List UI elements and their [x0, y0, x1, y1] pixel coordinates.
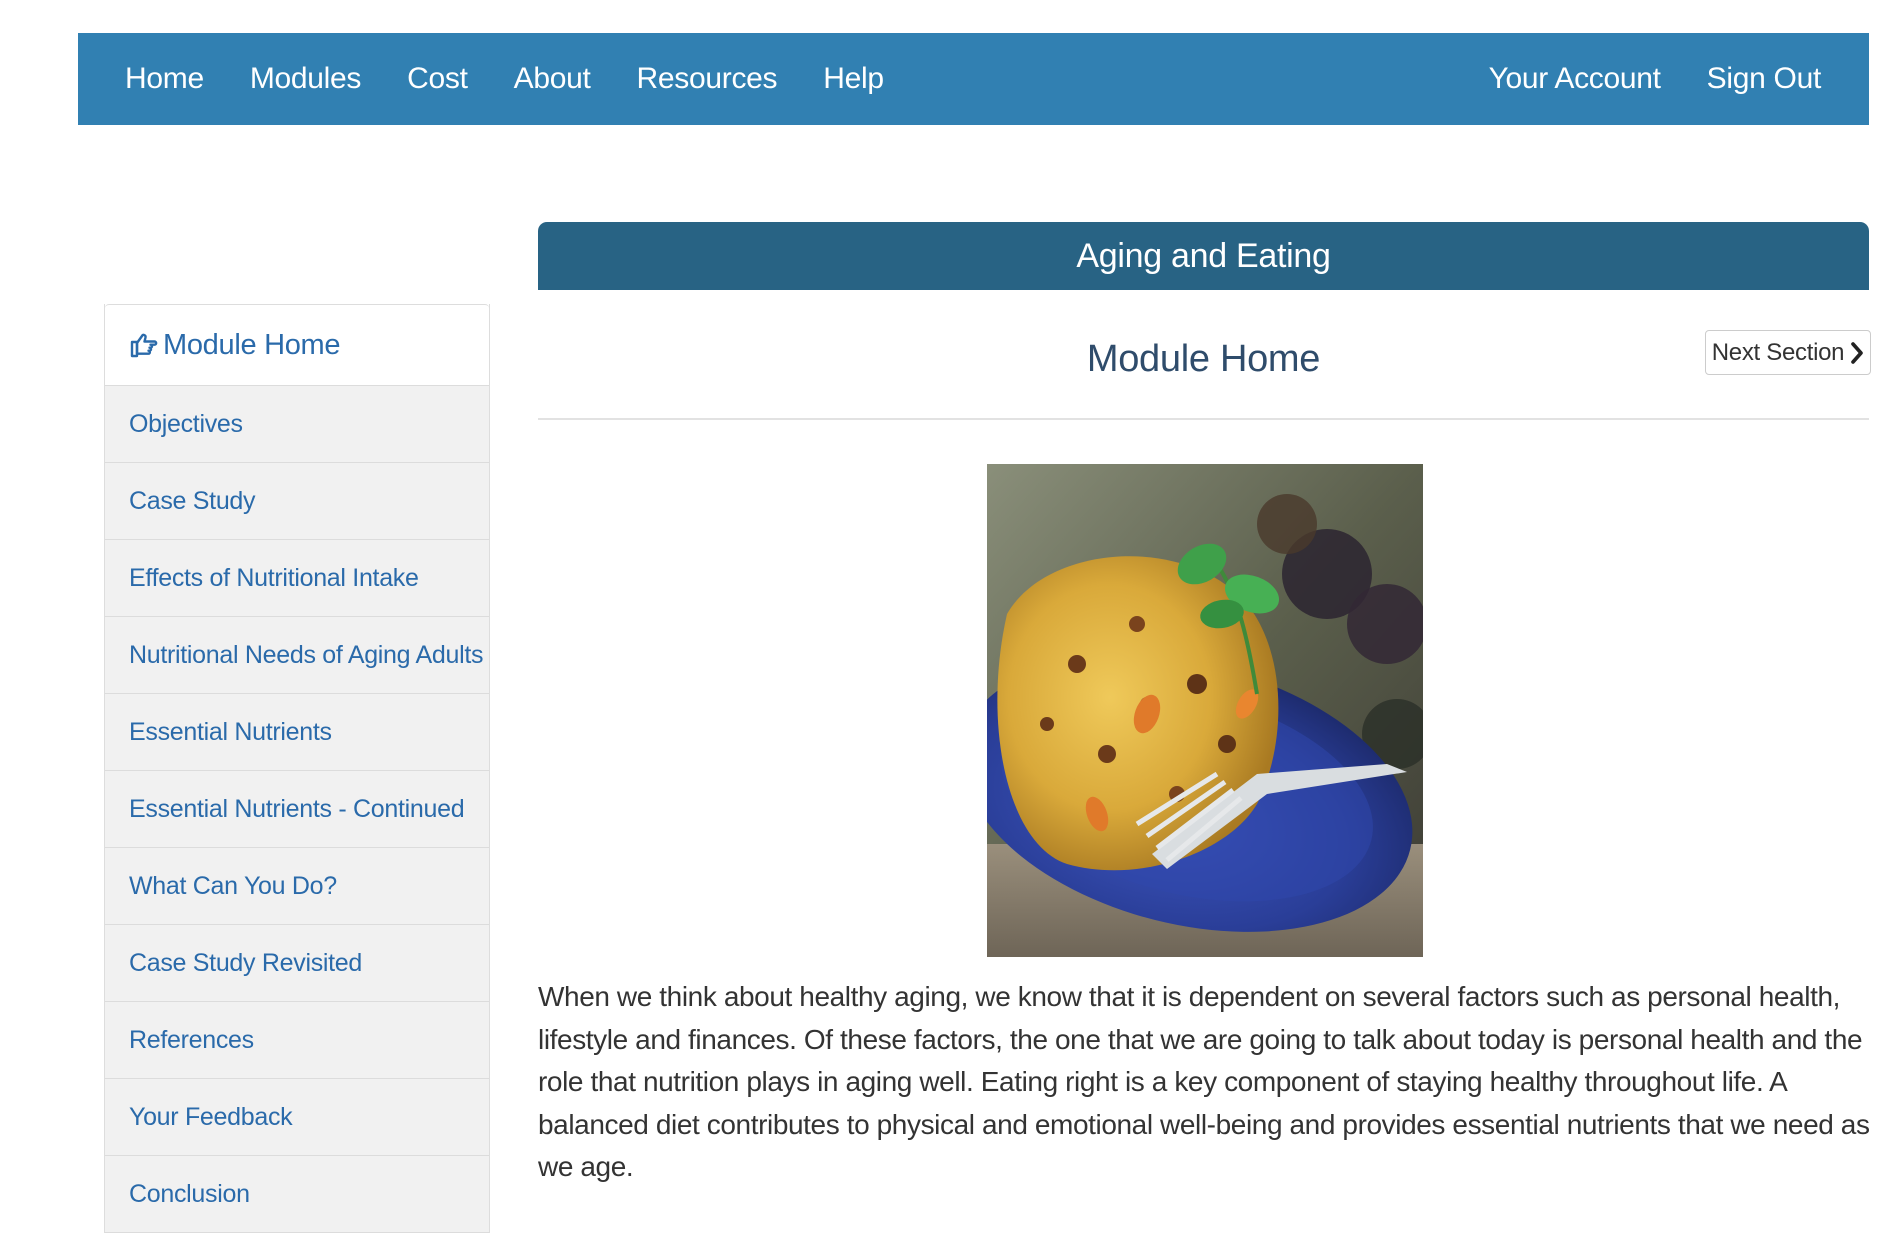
food-photo: [987, 464, 1423, 957]
section-title: Module Home: [1086, 338, 1321, 380]
sidebar-item-conclusion[interactable]: Conclusion: [105, 1156, 489, 1233]
nav-right-group: Your Account Sign Out: [1466, 62, 1844, 96]
sidebar-item-essential-nutrients-continued[interactable]: Essential Nutrients - Continued: [105, 771, 489, 848]
sidebar-item-case-study-revisited[interactable]: Case Study Revisited: [105, 925, 489, 1002]
nav-your-account-link[interactable]: Your Account: [1466, 62, 1684, 96]
next-section-button[interactable]: Next Section: [1705, 330, 1871, 375]
chevron-right-icon: [1850, 341, 1864, 364]
sidebar-item-label: Module Home: [163, 328, 341, 361]
nav-home-link[interactable]: Home: [102, 62, 227, 96]
nav-sign-out-link[interactable]: Sign Out: [1684, 62, 1844, 96]
nav-cost-link[interactable]: Cost: [384, 62, 491, 96]
sidebar-item-objectives[interactable]: Objectives: [105, 386, 489, 463]
intro-paragraph: When we think about healthy aging, we kn…: [538, 981, 1870, 1182]
nav-help-link[interactable]: Help: [800, 62, 907, 96]
nav-left-group: Home Modules Cost About Resources Help: [102, 62, 907, 96]
sidebar-item-effects-of-nutritional-intake[interactable]: Effects of Nutritional Intake: [105, 540, 489, 617]
sidebar-item-what-can-you-do[interactable]: What Can You Do?: [105, 848, 489, 925]
sidebar-item-nutritional-needs[interactable]: Nutritional Needs of Aging Adults: [105, 617, 489, 694]
nav-about-link[interactable]: About: [491, 62, 614, 96]
top-navbar: Home Modules Cost About Resources Help Y…: [78, 33, 1869, 125]
module-title-banner: Aging and Eating: [538, 222, 1869, 290]
sidebar-item-references[interactable]: References: [105, 1002, 489, 1079]
sidebar-item-case-study[interactable]: Case Study: [105, 463, 489, 540]
next-section-label: Next Section: [1711, 338, 1845, 366]
nav-modules-link[interactable]: Modules: [227, 62, 384, 96]
module-sidebar: Module Home Objectives Case Study Effect…: [104, 304, 490, 1233]
nav-resources-link[interactable]: Resources: [614, 62, 801, 96]
hand-pointing-right-icon: [129, 330, 159, 360]
sidebar-item-your-feedback[interactable]: Your Feedback: [105, 1079, 489, 1156]
sidebar-item-essential-nutrients[interactable]: Essential Nutrients: [105, 694, 489, 771]
section-divider: [538, 418, 1869, 420]
sidebar-item-module-home[interactable]: Module Home: [105, 304, 489, 386]
module-title: Aging and Eating: [1076, 236, 1331, 275]
